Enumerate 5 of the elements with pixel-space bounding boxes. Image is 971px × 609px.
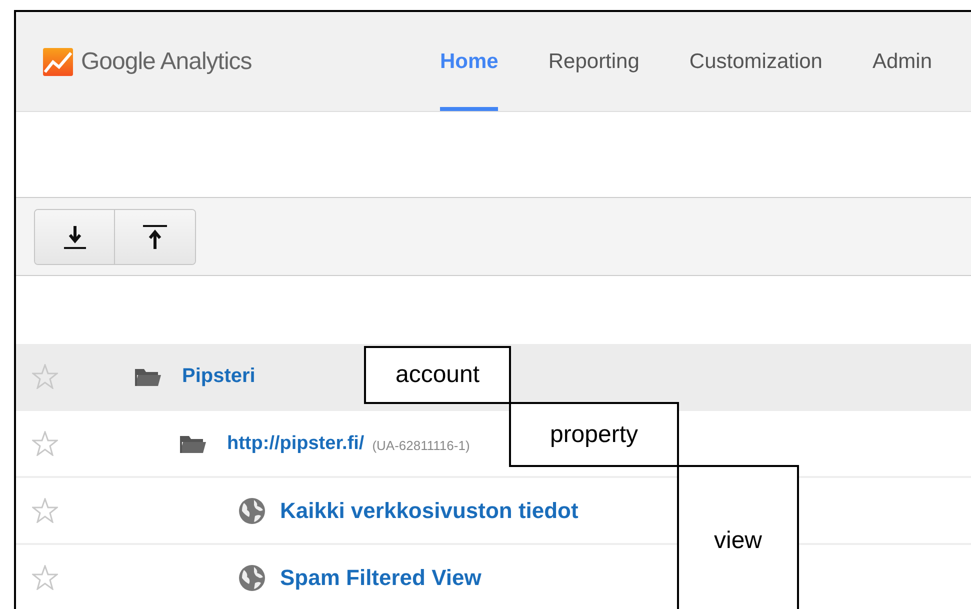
callout-tooltip: account bbox=[364, 346, 511, 404]
callout-tooltip: property bbox=[509, 402, 679, 467]
callout-tooltip: view bbox=[677, 465, 799, 609]
logo-text: Google Analytics bbox=[81, 48, 252, 76]
tracking-id: (UA-62811116-1) bbox=[372, 438, 470, 453]
